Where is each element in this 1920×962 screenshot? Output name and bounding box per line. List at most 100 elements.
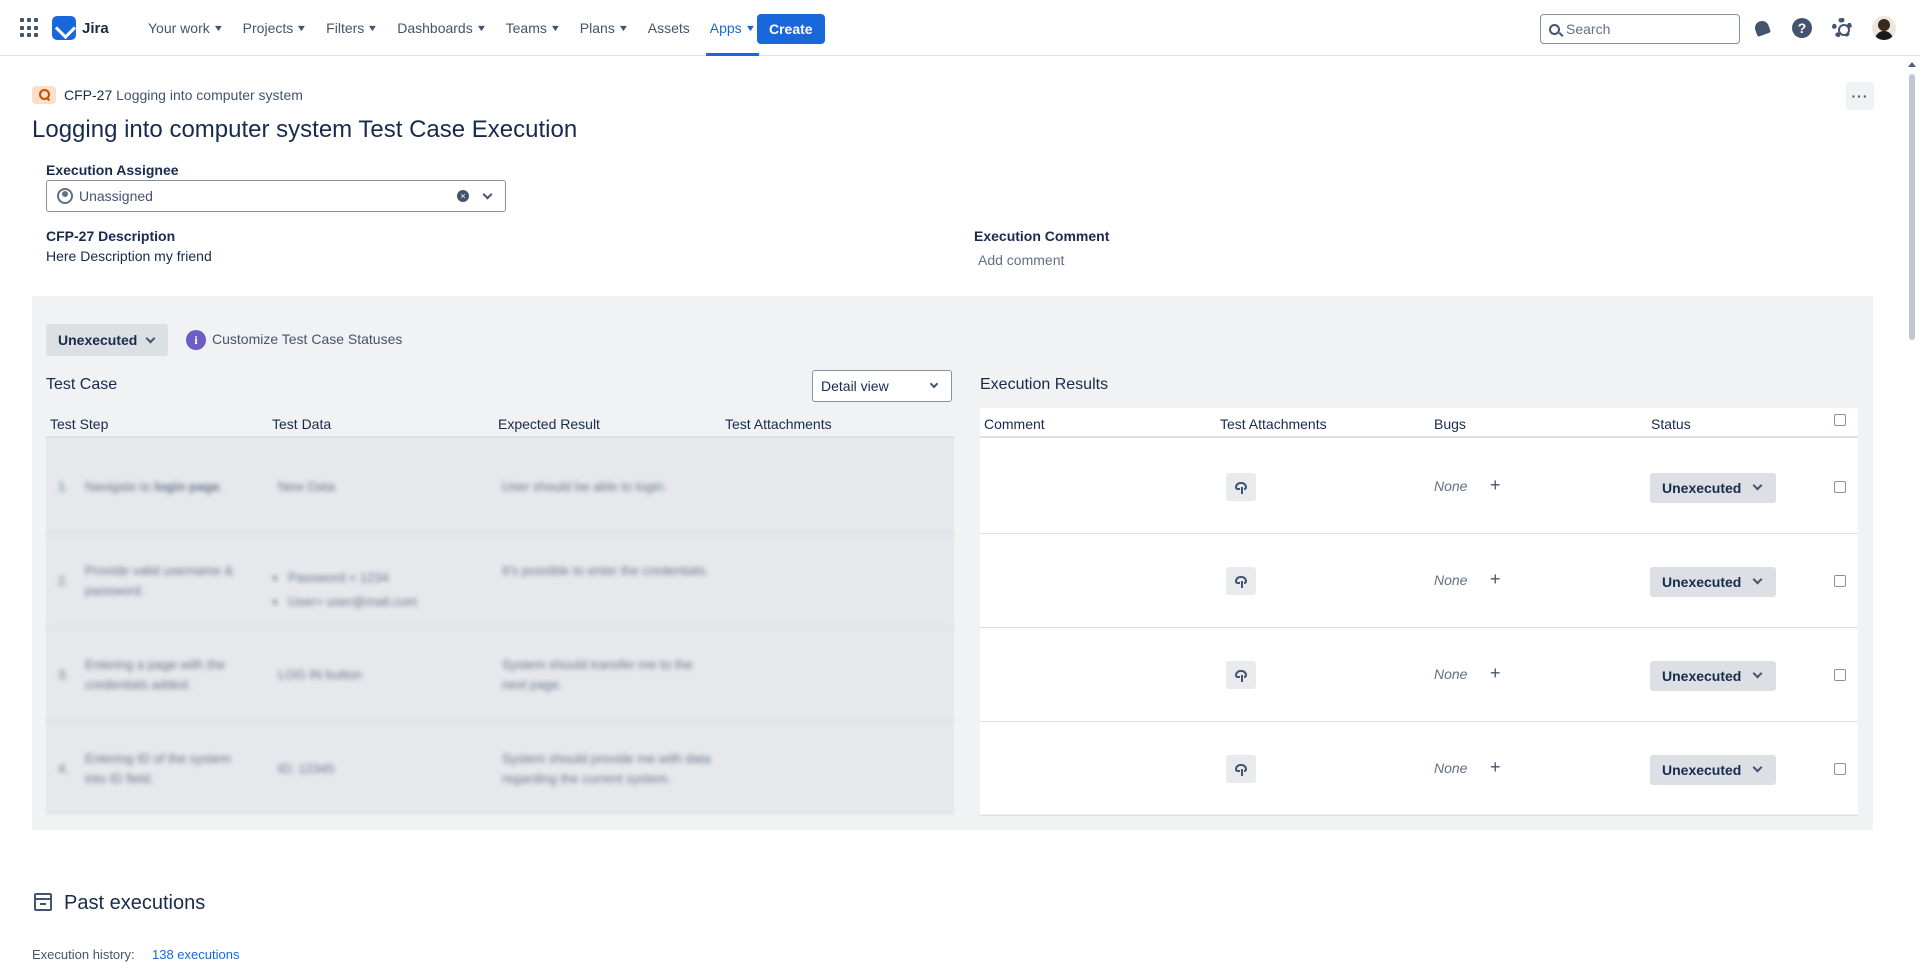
assignee-select[interactable]: Unassigned × (46, 180, 506, 212)
test-data: New Data (278, 479, 336, 494)
add-comment-field[interactable]: Add comment (978, 252, 1064, 268)
scroll-up-arrow-icon[interactable] (1908, 62, 1916, 67)
column-header-status: Status (1651, 416, 1691, 432)
product-name: Jira (82, 19, 109, 37)
chevron-down-icon[interactable] (482, 189, 493, 200)
nav-item-label: Filters (326, 20, 365, 36)
column-header-test-attachments: Test Attachments (725, 416, 832, 432)
expected-result: It's possible to enter the credentials. (502, 563, 709, 578)
upload-attachment-button[interactable] (1226, 473, 1256, 501)
chevron-down-icon: ▼ (549, 23, 562, 33)
step-text: Navigate to login page. (85, 479, 223, 494)
customize-statuses-link[interactable]: Customize Test Case Statuses (212, 331, 402, 347)
create-button[interactable]: Create (757, 14, 825, 44)
primary-nav: Your work ▼ Projects ▼ Filters ▼ Dashboards ▼ Te… (138, 0, 765, 56)
expected-result: System should provide me with data regar… (502, 751, 711, 786)
row-checkbox[interactable] (1834, 669, 1846, 681)
comment-label: Execution Comment (974, 228, 1110, 244)
view-mode-value: Detail view (821, 378, 889, 394)
description-text: Here Description my friend (46, 248, 212, 264)
nav-item-label: Your work (148, 20, 210, 36)
issue-summary[interactable]: Logging into computer system (116, 87, 303, 103)
step-status-dropdown[interactable]: Unexecuted (1650, 473, 1776, 503)
row-checkbox[interactable] (1834, 481, 1846, 493)
chevron-down-icon (1752, 762, 1763, 773)
test-case-title: Test Case (46, 376, 118, 393)
nav-item-apps[interactable]: Apps ▼ (700, 0, 765, 56)
column-header-expected-result: Expected Result (498, 416, 600, 432)
search-placeholder: Search (1566, 21, 1611, 37)
more-actions-button[interactable]: ··· (1846, 82, 1874, 110)
step-number: 4. (58, 761, 69, 776)
page-scrollbar[interactable] (1904, 56, 1920, 960)
search-input[interactable]: Search (1540, 14, 1740, 44)
archive-icon (34, 893, 52, 911)
add-bug-icon[interactable]: + (1490, 570, 1501, 588)
nav-item-plans[interactable]: Plans ▼ (570, 0, 638, 56)
upload-attachment-button[interactable] (1226, 567, 1256, 595)
page-title: Logging into computer system Test Case E… (32, 116, 578, 143)
step-number: 2. (58, 573, 69, 588)
cloud-upload-icon (1235, 576, 1247, 589)
scrollbar-thumb[interactable] (1909, 74, 1915, 340)
bugs-value: None (1434, 666, 1468, 682)
overall-status-dropdown[interactable]: Unexecuted (46, 324, 169, 356)
nav-item-your-work[interactable]: Your work ▼ (138, 0, 233, 56)
add-bug-icon[interactable]: + (1490, 758, 1501, 776)
view-mode-select[interactable]: Detail view (812, 370, 952, 402)
upload-attachment-button[interactable] (1226, 661, 1256, 689)
add-bug-icon[interactable]: + (1490, 476, 1501, 494)
table-row: 1. Navigate to login page. New Data User sh… (46, 440, 954, 534)
jira-logo-icon (52, 16, 76, 40)
jira-logo[interactable]: Jira (52, 16, 109, 40)
nav-item-projects[interactable]: Projects ▼ (233, 0, 317, 56)
step-status-label: Unexecuted (1662, 668, 1742, 684)
step-text: Entering ID of the system into ID field. (85, 751, 231, 786)
nav-item-assets[interactable]: Assets (638, 0, 700, 56)
upload-attachment-button[interactable] (1226, 755, 1256, 783)
chevron-down-icon (145, 333, 156, 343)
issue-key[interactable]: CFP-27 (64, 87, 112, 103)
nav-item-teams[interactable]: Teams ▼ (496, 0, 570, 56)
assignee-label: Execution Assignee (46, 162, 179, 178)
settings-icon[interactable] (1831, 17, 1853, 39)
nav-item-dashboards[interactable]: Dashboards ▼ (387, 0, 495, 56)
chevron-down-icon: ▼ (366, 23, 379, 33)
test-data: ID: 12345 (278, 761, 335, 776)
cloud-upload-icon (1235, 482, 1247, 495)
table-row: 2. Provide valid username & password. Pass… (46, 534, 954, 628)
table-header: Test Step Test Data Expected Result Test… (46, 408, 954, 438)
table-row: None + Unexecuted (980, 722, 1858, 816)
test-case-table: Test Step Test Data Expected Result Test… (46, 408, 954, 814)
column-header-test-step: Test Step (50, 416, 109, 432)
avatar[interactable] (1872, 16, 1896, 40)
bugs-value: None (1434, 572, 1468, 588)
execution-results-title: Execution Results (980, 376, 1109, 393)
table-header: Comment Test Attachments Bugs Status (980, 408, 1858, 438)
notifications-icon[interactable] (1751, 17, 1773, 39)
breadcrumb: CFP-27 Logging into computer system (32, 86, 303, 104)
add-bug-icon[interactable]: + (1490, 664, 1501, 682)
step-status-dropdown[interactable]: Unexecuted (1650, 567, 1776, 597)
table-row: 3. Entering a page with the credentials a… (46, 628, 954, 722)
select-all-checkbox[interactable] (1834, 414, 1846, 426)
app-switcher-icon[interactable] (20, 18, 40, 38)
past-executions-title: Past executions (64, 892, 206, 914)
step-number: 1. (58, 479, 69, 494)
execution-panel: Unexecuted i Customize Test Case Statuse… (32, 296, 1873, 830)
nav-item-filters[interactable]: Filters ▼ (316, 0, 387, 56)
chevron-down-icon (1752, 668, 1763, 679)
cloud-upload-icon (1235, 764, 1247, 777)
row-checkbox[interactable] (1834, 575, 1846, 587)
search-icon (1549, 23, 1560, 35)
row-checkbox[interactable] (1834, 763, 1846, 775)
clear-icon[interactable]: × (457, 190, 469, 202)
nav-item-label: Teams (505, 20, 547, 36)
help-icon[interactable]: ? (1791, 17, 1813, 39)
cloud-upload-icon (1235, 670, 1247, 683)
chevron-down-icon: ▼ (617, 23, 630, 33)
step-status-dropdown[interactable]: Unexecuted (1650, 661, 1776, 691)
test-data-item: Password = 1234 (288, 566, 417, 590)
chevron-down-icon: ▼ (744, 23, 756, 33)
step-status-dropdown[interactable]: Unexecuted (1650, 755, 1776, 785)
